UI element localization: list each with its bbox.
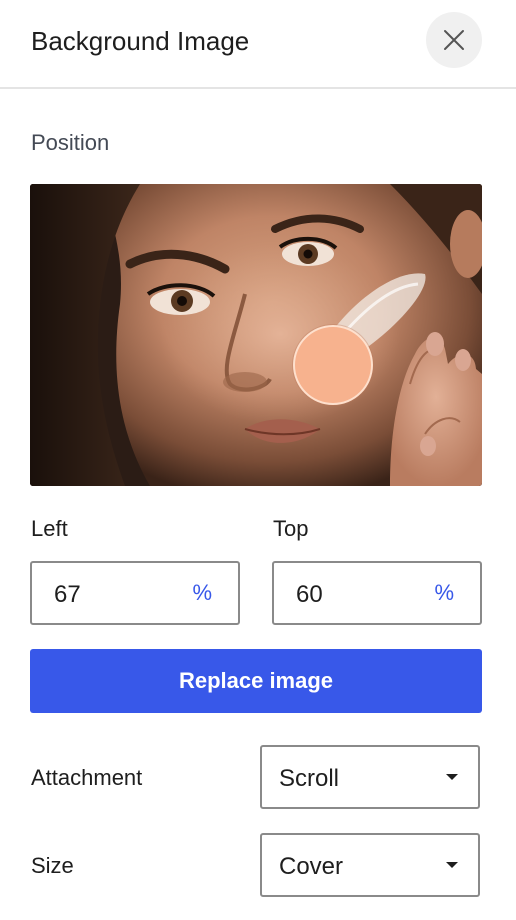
size-value: Cover [279,853,344,880]
left-percent-field[interactable]: % [30,561,240,625]
background-image-preview [30,184,482,486]
attachment-label: Attachment [31,765,143,790]
top-percent-field[interactable]: % [272,561,482,625]
close-button[interactable] [426,12,482,68]
focal-point-picker[interactable] [30,184,482,486]
attachment-select[interactable]: Scroll [260,745,480,809]
left-label: Left [31,516,68,541]
size-select[interactable]: Cover [260,833,480,897]
chevron-down-icon [446,774,458,780]
left-input[interactable] [54,577,174,613]
left-unit: % [192,580,212,605]
close-icon [442,28,466,52]
top-unit: % [434,580,454,605]
panel-header: Background Image [0,0,516,89]
panel-title: Background Image [31,26,250,56]
chevron-down-icon [446,862,458,868]
focal-point-handle[interactable] [292,325,373,406]
attachment-value: Scroll [279,765,340,792]
replace-image-button[interactable]: Replace image [30,649,482,713]
position-label: Position [31,130,110,155]
size-label: Size [31,853,74,878]
top-label: Top [273,516,309,541]
top-input[interactable] [296,577,416,613]
background-image-panel: Background Image Position Left Top 67 % … [0,0,516,920]
